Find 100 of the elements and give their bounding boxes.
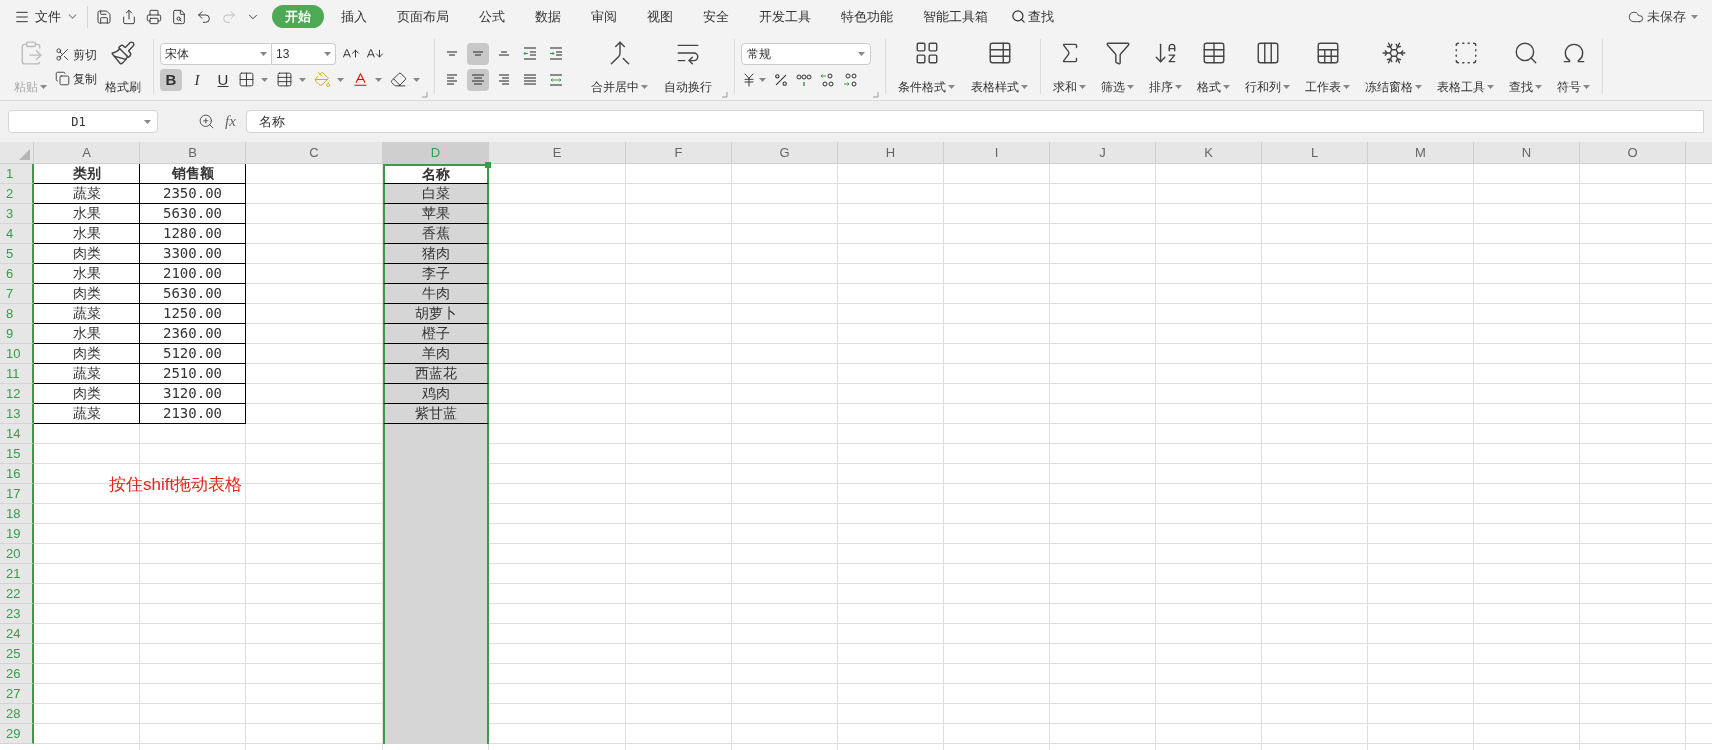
borders-icon[interactable] [238,71,255,88]
ribbon-button[interactable]: 自动换行 [658,37,718,96]
column-header[interactable]: A [34,142,140,163]
row-header[interactable]: 10 [0,344,34,364]
search-button[interactable]: 查找 [1011,6,1054,27]
fill-color-icon[interactable] [314,71,331,88]
ribbon-button[interactable]: 查找 [1503,37,1548,96]
ribbon-tab[interactable]: 安全 [690,5,742,28]
ribbon-button[interactable]: 求和 [1047,37,1092,96]
row-header[interactable]: 29 [0,724,34,744]
export-icon[interactable] [121,8,137,25]
ribbon-tab[interactable]: 视图 [634,5,686,28]
printer-icon[interactable] [146,8,162,25]
row-header[interactable]: 18 [0,504,34,524]
ribbon-button[interactable]: 格式刷 [99,37,147,96]
ribbon-button[interactable]: 筛选 [1095,37,1140,96]
column-header[interactable]: M [1368,142,1474,163]
save-icon[interactable] [96,8,112,25]
row-header[interactable]: 3 [0,204,34,224]
zoom-icon[interactable] [198,113,215,130]
column-header[interactable]: K [1156,142,1262,163]
ribbon-tab[interactable]: 特色功能 [828,5,906,28]
row-header[interactable]: 19 [0,524,34,544]
file-menu[interactable]: 文件 [14,6,79,27]
ribbon-tab[interactable]: 开始 [272,5,324,28]
column-header[interactable]: L [1262,142,1368,163]
column-header[interactable]: F [626,142,732,163]
column-header[interactable]: I [944,142,1050,163]
column-header[interactable]: B [140,142,246,163]
font-style-button[interactable]: U [212,68,234,91]
row-header[interactable]: 16 [0,464,34,484]
eraser-icon[interactable] [390,71,407,88]
column-header[interactable]: J [1050,142,1156,163]
save-status[interactable]: 未保存 [1628,6,1698,27]
undo-icon[interactable] [196,8,212,25]
font-style-button[interactable]: B [160,68,182,91]
thousands-separator-icon[interactable] [796,71,812,88]
row-header[interactable]: 2 [0,184,34,204]
currency-icon[interactable] [741,71,757,88]
row-header[interactable]: 11 [0,364,34,384]
row-header[interactable]: 17 [0,484,34,504]
decrease-decimal-icon[interactable] [819,71,835,88]
ribbon-tab[interactable]: 数据 [522,5,574,28]
preview-icon[interactable] [171,8,187,25]
row-header[interactable]: 22 [0,584,34,604]
ribbon-button[interactable]: 排序 [1143,37,1188,96]
row-header[interactable]: 7 [0,284,34,304]
row-header[interactable]: 23 [0,604,34,624]
column-header[interactable]: O [1580,142,1686,163]
row-header[interactable]: 25 [0,644,34,664]
formula-field[interactable]: 名称 [245,110,1704,133]
ribbon-button[interactable]: 符号 [1551,37,1596,96]
row-header[interactable]: 27 [0,684,34,704]
row-header[interactable]: 6 [0,264,34,284]
row-header[interactable]: 5 [0,244,34,264]
row-header[interactable]: 12 [0,384,34,404]
ribbon-tab[interactable]: 智能工具箱 [910,5,1001,28]
ribbon-button[interactable]: 复制 [55,69,97,88]
align-button[interactable] [467,68,489,91]
column-header[interactable]: H [838,142,944,163]
row-header[interactable]: 8 [0,304,34,324]
row-header[interactable]: 21 [0,564,34,584]
align-button[interactable] [467,42,489,65]
row-header[interactable]: 14 [0,424,34,444]
ribbon-button[interactable]: 条件格式 [892,37,961,96]
row-header[interactable]: 26 [0,664,34,684]
row-header[interactable]: 13 [0,404,34,424]
increase-decimal-icon[interactable] [842,71,858,88]
fill-handle[interactable] [485,162,491,168]
number-format-select[interactable]: 常规 [741,42,871,65]
ribbon-button[interactable]: 表格工具 [1431,37,1500,96]
row-header[interactable]: 9 [0,324,34,344]
name-box[interactable]: D1 [8,110,158,133]
cell-style-icon[interactable] [276,71,293,88]
ribbon-button[interactable]: 工作表 [1299,37,1356,96]
column-header[interactable]: N [1474,142,1580,163]
ribbon-tab[interactable]: 审阅 [578,5,630,28]
ribbon-button[interactable]: 行和列 [1239,37,1296,96]
row-header[interactable]: 20 [0,544,34,564]
ribbon-button[interactable]: 格式 [1191,37,1236,96]
font-color-icon[interactable] [352,71,369,88]
row-header[interactable]: 28 [0,704,34,724]
ribbon-tab[interactable]: 开发工具 [746,5,824,28]
function-button[interactable]: fx [225,110,236,133]
row-header[interactable]: 4 [0,224,34,244]
row-header[interactable]: 24 [0,624,34,644]
ribbon-button[interactable]: 冻结窗格 [1359,37,1428,96]
ribbon-button[interactable]: 剪切 [55,45,97,64]
ribbon-tab[interactable]: 公式 [466,5,518,28]
font-size-select[interactable]: 13 [272,42,336,65]
ribbon-tab[interactable]: 插入 [328,5,380,28]
ribbon-tab[interactable]: 页面布局 [384,5,462,28]
ribbon-button[interactable]: 表格样式 [965,37,1034,96]
row-header[interactable]: 1 [0,164,34,184]
ribbon-button[interactable]: 合并居中 [585,37,654,96]
font-style-button[interactable]: I [186,68,208,91]
column-header[interactable]: G [732,142,838,163]
row-header[interactable]: 15 [0,444,34,464]
font-name-select[interactable]: 宋体 [160,42,272,65]
percent-icon[interactable] [773,71,789,88]
